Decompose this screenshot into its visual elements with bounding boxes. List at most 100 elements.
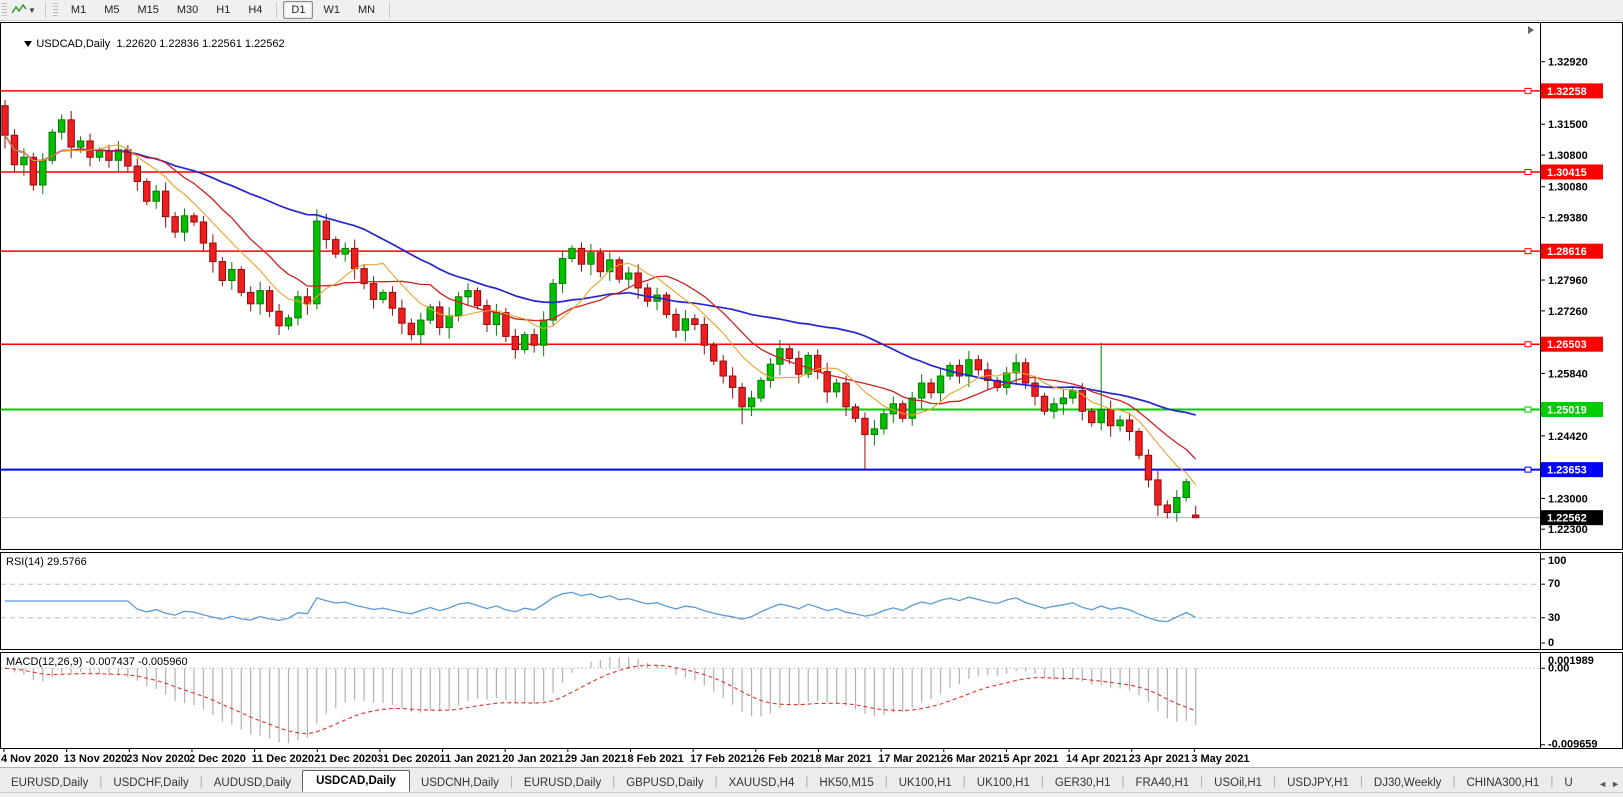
svg-text:31 Dec 2020: 31 Dec 2020 <box>377 753 440 765</box>
svg-text:11 Dec 2020: 11 Dec 2020 <box>252 753 314 765</box>
svg-text:1.30800: 1.30800 <box>1548 150 1588 162</box>
svg-text:4 Nov 2020: 4 Nov 2020 <box>1 753 58 765</box>
svg-text:1.27260: 1.27260 <box>1548 306 1588 318</box>
mt4-window: ▼ M1 M5 M15 M30 H1 H4 D1 W1 MN 1.32920 1.31500 1.3… <box>0 0 1623 797</box>
svg-text:5 Apr 2021: 5 Apr 2021 <box>1003 753 1058 765</box>
svg-text:26 Mar 2021: 26 Mar 2021 <box>941 753 1003 765</box>
chart-tab-usdjpy-h1[interactable]: USDJPY,H1 <box>1276 773 1360 792</box>
chart-tab-usdcad-daily[interactable]: USDCAD,Daily <box>302 770 410 792</box>
dropdown-caret-icon[interactable]: ▼ <box>28 6 36 15</box>
svg-text:70: 70 <box>1548 578 1560 590</box>
price-chart-panel: 1.32920 1.31500 1.30800 1.30080 1.29380 1.279… <box>0 22 1623 550</box>
svg-text:8 Mar 2021: 8 Mar 2021 <box>815 753 871 765</box>
svg-text:0: 0 <box>1548 637 1554 649</box>
candlestick-plot[interactable] <box>1 23 1540 549</box>
svg-text:17 Feb 2021: 17 Feb 2021 <box>690 753 752 765</box>
rsi-panel: 100 70 30 0 RSI(14) 29.5766 <box>0 552 1623 650</box>
chart-tab-xauusd-h4[interactable]: XAUUSD,H4 <box>718 773 806 792</box>
chart-tab-u[interactable]: U <box>1553 773 1583 792</box>
svg-text:100: 100 <box>1548 555 1566 567</box>
svg-text:1.30415: 1.30415 <box>1547 167 1587 179</box>
svg-text:1.22562: 1.22562 <box>1547 513 1587 525</box>
svg-text:17 Mar 2021: 17 Mar 2021 <box>878 753 940 765</box>
timeframe-button-m15[interactable]: M15 <box>129 1 166 19</box>
svg-text:1.30080: 1.30080 <box>1548 182 1588 194</box>
svg-text:26 Feb 2021: 26 Feb 2021 <box>753 753 815 765</box>
svg-text:0.00: 0.00 <box>1548 662 1569 674</box>
svg-text:-0.009659: -0.009659 <box>1548 739 1598 748</box>
chart-tab-dj30-weekly[interactable]: DJ30,Weekly <box>1363 773 1453 792</box>
chart-tab-audusd-daily[interactable]: AUDUSD,Daily <box>203 773 302 792</box>
tab-scroll-left-icon[interactable]: ◄ <box>1598 779 1607 789</box>
price-axis[interactable]: 1.32920 1.31500 1.30800 1.30080 1.29380 1.279… <box>1540 23 1622 549</box>
svg-text:1.24420: 1.24420 <box>1548 431 1588 443</box>
toolbar-separator <box>276 2 278 18</box>
rsi-label: RSI(14) 29.5766 <box>6 556 87 568</box>
svg-text:1.32920: 1.32920 <box>1548 57 1588 69</box>
svg-text:1.31500: 1.31500 <box>1548 119 1588 131</box>
svg-text:8 Feb 2021: 8 Feb 2021 <box>628 753 684 765</box>
timeframe-button-w1[interactable]: W1 <box>315 1 348 19</box>
chart-tab-gbpusd-daily[interactable]: GBPUSD,Daily <box>615 773 714 792</box>
chart-tab-fra40-h1[interactable]: FRA40,H1 <box>1124 773 1200 792</box>
scroll-to-end-icon[interactable] <box>1528 26 1534 34</box>
svg-text:1.28616: 1.28616 <box>1547 246 1587 258</box>
svg-text:3 May 2021: 3 May 2021 <box>1191 753 1249 765</box>
svg-text:21 Dec 2020: 21 Dec 2020 <box>314 753 377 765</box>
svg-text:13 Nov 2020: 13 Nov 2020 <box>64 753 128 765</box>
rsi-plot[interactable] <box>1 553 1540 649</box>
chart-tab-hk50-m15[interactable]: HK50,M15 <box>808 773 884 792</box>
svg-text:14 Apr 2021: 14 Apr 2021 <box>1066 753 1127 765</box>
timeframe-button-m1[interactable]: M1 <box>63 1 94 19</box>
indicator-icon[interactable] <box>11 3 27 17</box>
chart-tab-eurusd-daily[interactable]: EURUSD,Daily <box>513 773 612 792</box>
svg-text:20 Jan 2021: 20 Jan 2021 <box>502 753 564 765</box>
chart-tab-uk100-h1[interactable]: UK100,H1 <box>888 773 963 792</box>
svg-text:11 Jan 2021: 11 Jan 2021 <box>440 753 501 765</box>
svg-text:1.22300: 1.22300 <box>1548 524 1588 536</box>
timeframe-button-mn[interactable]: MN <box>350 1 383 19</box>
svg-text:1.26503: 1.26503 <box>1547 339 1587 351</box>
macd-panel: 0.001989 0.00 -0.009659 MACD(12,26,9) -0.0… <box>0 652 1623 749</box>
toolbar-separator <box>389 2 391 18</box>
chart-tab-ger30-h1[interactable]: GER30,H1 <box>1044 773 1122 792</box>
chart-tab-bar: EURUSD,Daily | USDCHF,Daily | AUDUSD,Daily US… <box>0 767 1623 792</box>
chart-tab-usoil-h1[interactable]: USOil,H1 <box>1203 773 1273 792</box>
rsi-axis[interactable]: 100 70 30 0 <box>1540 553 1622 649</box>
toolbar-grip[interactable] <box>2 3 7 17</box>
chart-tab-eurusd-daily[interactable]: EURUSD,Daily <box>0 773 99 792</box>
chart-ohlc-values: 1.22620 1.22836 1.22561 1.22562 <box>116 38 285 50</box>
chart-tab-usdchf-daily[interactable]: USDCHF,Daily <box>102 773 199 792</box>
svg-text:1.27960: 1.27960 <box>1548 275 1588 287</box>
svg-text:30: 30 <box>1548 612 1560 624</box>
svg-text:23 Apr 2021: 23 Apr 2021 <box>1129 753 1190 765</box>
macd-label: MACD(12,26,9) -0.007437 -0.005960 <box>6 656 188 668</box>
toolbar-separator <box>44 2 46 18</box>
timeframe-button-h4[interactable]: H4 <box>240 1 270 19</box>
date-axis[interactable]: 4 Nov 2020 13 Nov 2020 23 Nov 2020 2 Dec 20… <box>0 749 1623 767</box>
svg-text:29 Jan 2021: 29 Jan 2021 <box>565 753 627 765</box>
svg-text:1.29380: 1.29380 <box>1548 213 1588 225</box>
chart-tab-uk100-h1[interactable]: UK100,H1 <box>966 773 1041 792</box>
svg-text:1.32258: 1.32258 <box>1547 86 1587 98</box>
toolbar-grip-2[interactable] <box>52 3 58 17</box>
chart-symbol-label: USDCAD,Daily <box>36 38 111 50</box>
svg-text:1.23653: 1.23653 <box>1547 465 1587 477</box>
chart-title: USDCAD,Daily 1.22620 1.22836 1.22561 1.2… <box>6 26 285 62</box>
svg-text:1.25840: 1.25840 <box>1548 368 1588 380</box>
svg-text:23 Nov 2020: 23 Nov 2020 <box>126 753 190 765</box>
timeframe-toolbar: ▼ M1 M5 M15 M30 H1 H4 D1 W1 MN <box>0 0 1623 21</box>
svg-text:2 Dec 2020: 2 Dec 2020 <box>189 753 246 765</box>
bottom-strip <box>0 792 1623 797</box>
chart-tab-usdcnh-daily[interactable]: USDCNH,Daily <box>410 773 510 792</box>
macd-axis[interactable]: 0.0019890.00-0.009659 <box>1540 653 1622 748</box>
timeframe-button-d1[interactable]: D1 <box>283 1 314 19</box>
timeframe-button-m30[interactable]: M30 <box>169 1 206 19</box>
tab-scroll-right-icon[interactable]: ► <box>1611 779 1620 789</box>
chart-tab-china300-h1[interactable]: CHINA300,H1 <box>1455 773 1550 792</box>
svg-text:1.25019: 1.25019 <box>1547 405 1587 417</box>
timeframe-button-m5[interactable]: M5 <box>96 1 127 19</box>
timeframe-button-h1[interactable]: H1 <box>208 1 238 19</box>
macd-plot[interactable] <box>1 653 1540 748</box>
collapse-triangle-icon[interactable] <box>24 41 33 47</box>
